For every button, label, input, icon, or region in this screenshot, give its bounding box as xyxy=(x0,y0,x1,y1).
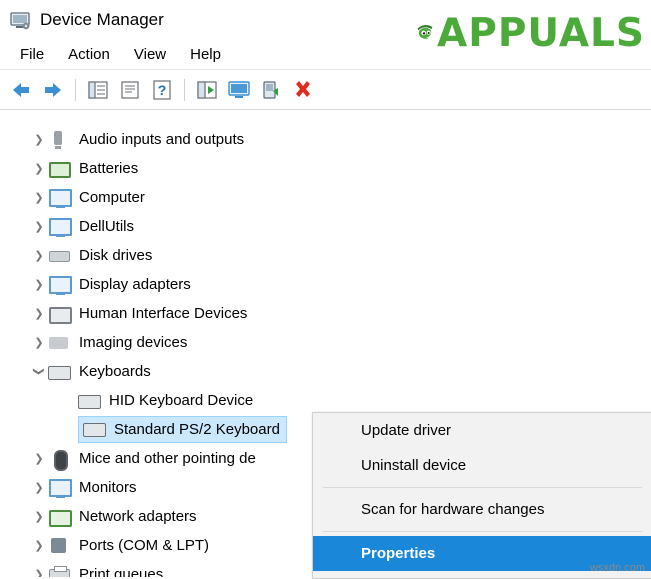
display-adapter-icon xyxy=(48,274,72,296)
tree-item-label: Imaging devices xyxy=(79,334,188,351)
tree-item-label: Mice and other pointing de xyxy=(79,450,256,467)
title-bar: Device Manager APPUALS xyxy=(0,0,651,53)
chevron-right-icon[interactable]: ❯ xyxy=(30,502,48,531)
keyboard-icon xyxy=(83,418,106,440)
chevron-right-icon[interactable]: ❯ xyxy=(30,531,48,560)
context-menu[interactable]: Update driver Uninstall device Scan for … xyxy=(312,412,651,579)
tree-item-imaging-devices[interactable]: ❯ Imaging devices xyxy=(0,328,651,357)
tree-item-label: Network adapters xyxy=(79,508,197,525)
tree-item-label: Keyboards xyxy=(79,363,151,380)
context-menu-separator xyxy=(323,531,642,532)
tree-item-label: Computer xyxy=(79,189,145,206)
computer-icon xyxy=(48,187,72,209)
tree-item-label: Ports (COM & LPT) xyxy=(79,537,210,554)
menu-view[interactable]: View xyxy=(122,43,178,66)
chevron-right-icon[interactable]: ❯ xyxy=(30,183,48,212)
tree-item-label: Batteries xyxy=(79,160,139,177)
show-hide-console-tree-button[interactable] xyxy=(83,75,113,105)
tree-item-computer[interactable]: ❯ Computer xyxy=(0,183,651,212)
menu-file[interactable]: File xyxy=(8,43,56,66)
chevron-right-icon[interactable]: ❯ xyxy=(30,241,48,270)
toolbar-separator-2 xyxy=(184,78,185,101)
menu-help[interactable]: Help xyxy=(178,43,233,66)
tree-item-human-interface-devices[interactable]: ❯ Human Interface Devices xyxy=(0,299,651,328)
help-button[interactable]: ? xyxy=(147,75,177,105)
monitor-icon xyxy=(48,477,72,499)
mouse-icon xyxy=(48,448,70,471)
camera-icon xyxy=(48,332,70,354)
context-menu-item-update-driver[interactable]: Update driver xyxy=(313,413,651,448)
menu-action[interactable]: Action xyxy=(56,43,122,66)
selection-highlight: Standard PS/2 Keyboard xyxy=(78,416,287,443)
port-icon xyxy=(48,535,70,557)
tree-item-display-adapters[interactable]: ❯ Display adapters xyxy=(0,270,651,299)
chevron-right-icon[interactable]: ❯ xyxy=(30,125,48,154)
footer-watermark: wsxdn.com xyxy=(589,562,645,574)
update-driver-button[interactable] xyxy=(192,75,222,105)
tree-item-label: Monitors xyxy=(79,479,137,496)
context-menu-item-scan-for-hardware-changes[interactable]: Scan for hardware changes xyxy=(313,492,651,527)
chevron-right-icon[interactable]: ❯ xyxy=(30,328,48,357)
battery-icon xyxy=(48,158,71,180)
window-title: Device Manager xyxy=(40,10,164,29)
svg-text:?: ? xyxy=(158,82,167,98)
network-adapter-icon xyxy=(48,506,72,528)
tree-item-label: Display adapters xyxy=(79,276,191,293)
chevron-right-icon[interactable]: ❯ xyxy=(30,444,48,473)
back-button[interactable] xyxy=(6,75,36,105)
forward-button[interactable] xyxy=(38,75,68,105)
tree-item-hid-keyboard-device[interactable]: HID Keyboard Device xyxy=(0,386,651,415)
tree-item-label: Disk drives xyxy=(79,247,153,264)
computer-icon xyxy=(48,216,72,238)
tree-item-disk-drives[interactable]: ❯ Disk drives xyxy=(0,241,651,270)
scan-hardware-changes-button[interactable] xyxy=(224,75,254,105)
hid-icon xyxy=(48,303,72,325)
tree-item-audio-inputs-and-outputs[interactable]: ❯ Audio inputs and outputs xyxy=(0,125,651,154)
device-manager-window: Device Manager APPUALS File Action View … xyxy=(0,0,651,579)
properties-button[interactable] xyxy=(115,75,145,105)
tree-item-label: Print queues xyxy=(79,566,164,577)
chevron-right-icon[interactable]: ❯ xyxy=(30,212,48,241)
chevron-right-icon[interactable]: ❯ xyxy=(30,154,48,183)
tree-item-label: Human Interface Devices xyxy=(79,305,248,322)
disk-drive-icon xyxy=(48,245,70,267)
printer-icon xyxy=(48,564,70,577)
tree-item-label: DellUtils xyxy=(79,218,135,235)
keyboard-icon xyxy=(78,390,101,412)
tree-item-label: Audio inputs and outputs xyxy=(79,131,245,148)
chevron-right-icon[interactable]: ❯ xyxy=(30,299,48,328)
speaker-icon xyxy=(48,129,70,151)
tree-item-keyboards[interactable]: ❯ Keyboards xyxy=(0,357,651,386)
tree-item-batteries[interactable]: ❯ Batteries xyxy=(0,154,651,183)
device-manager-icon xyxy=(8,8,32,32)
chevron-right-icon[interactable]: ❯ xyxy=(30,270,48,299)
chevron-right-icon[interactable]: ❯ xyxy=(30,560,48,577)
tree-item-label: HID Keyboard Device xyxy=(109,392,254,409)
tree-item-label: Standard PS/2 Keyboard xyxy=(114,420,280,438)
context-menu-item-uninstall-device[interactable]: Uninstall device xyxy=(313,448,651,483)
chevron-right-icon[interactable]: ❯ xyxy=(30,473,48,502)
logo-text: APPUALS xyxy=(437,10,645,56)
context-menu-separator xyxy=(323,487,642,488)
keyboard-icon xyxy=(48,361,71,383)
appuals-logo: APPUALS xyxy=(415,2,645,64)
uninstall-device-button[interactable] xyxy=(288,75,318,105)
tree-item-dellutils[interactable]: ❯ DellUtils xyxy=(0,212,651,241)
enable-device-button[interactable] xyxy=(256,75,286,105)
toolbar-separator-1 xyxy=(75,78,76,101)
toolbar: ? xyxy=(0,70,651,110)
